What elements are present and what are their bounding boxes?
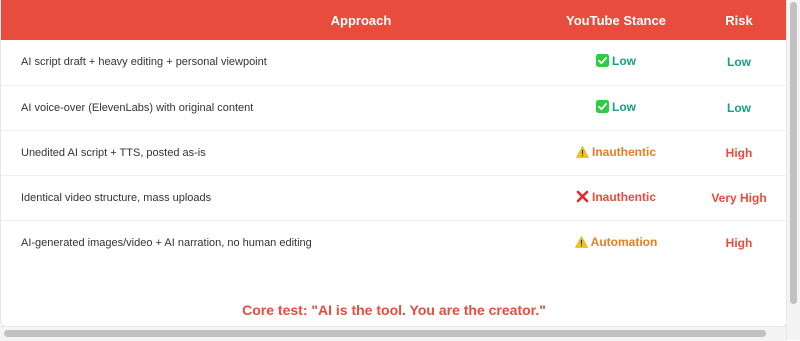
horizontal-scrollbar-thumb[interactable] <box>4 330 766 337</box>
risk-cell: Low <box>727 55 751 70</box>
check-icon <box>596 54 609 70</box>
warning-icon <box>574 235 588 251</box>
stance-cell: Low <box>541 40 691 85</box>
table-row: Unedited AI script + TTS, posted as-is I… <box>1 130 787 175</box>
warning-icon <box>576 145 589 161</box>
check-icon <box>596 99 609 116</box>
header-youtube-stance: YouTube Stance <box>566 12 666 28</box>
risk-cell: Very High <box>711 190 767 205</box>
header-approach: Approach <box>330 12 392 28</box>
approach-cell: AI script draft + heavy editing + person… <box>21 56 267 69</box>
stance-label: Inauthentic <box>591 144 656 159</box>
stance-cell: Low <box>541 85 691 130</box>
stance-label: Low <box>612 99 636 114</box>
table-row: AI-generated images/video + AI narration… <box>1 220 787 265</box>
stance-cell: Inauthentic <box>541 175 691 220</box>
vertical-scrollbar-thumb[interactable] <box>790 2 797 304</box>
approach-table: Approach YouTube Stance Risk AI script d… <box>1 0 787 265</box>
stance-cell: Automation <box>541 220 691 265</box>
risk-cell: High <box>725 235 753 250</box>
stance-label: Inauthentic <box>591 189 656 204</box>
stance-label: Automation <box>590 234 658 249</box>
header-risk: Risk <box>725 12 753 28</box>
approach-cell: AI voice-over (ElevenLabs) with original… <box>21 101 254 114</box>
core-test-note: Core test: "AI is the tool. You are the … <box>242 302 546 318</box>
stance-cell: Inauthentic <box>541 130 691 175</box>
stance-label: Low <box>612 54 636 69</box>
risk-cell: Low <box>727 100 751 115</box>
risk-cell: High <box>725 145 753 160</box>
table-row: Identical video structure, mass uploads … <box>1 175 787 220</box>
content-panel: Approach YouTube Stance Risk AI script d… <box>0 0 788 327</box>
approach-cell: AI-generated images/video + AI narration… <box>21 236 312 249</box>
cross-icon <box>576 190 589 206</box>
table-header-row: Approach YouTube Stance Risk <box>1 0 787 40</box>
approach-cell: Identical video structure, mass uploads <box>21 191 212 204</box>
table-row: AI script draft + heavy editing + person… <box>1 40 787 85</box>
vertical-scrollbar[interactable] <box>786 0 800 340</box>
approach-cell: Unedited AI script + TTS, posted as-is <box>21 146 206 159</box>
horizontal-scrollbar[interactable] <box>0 326 786 341</box>
table-row: AI voice-over (ElevenLabs) with original… <box>1 85 787 130</box>
